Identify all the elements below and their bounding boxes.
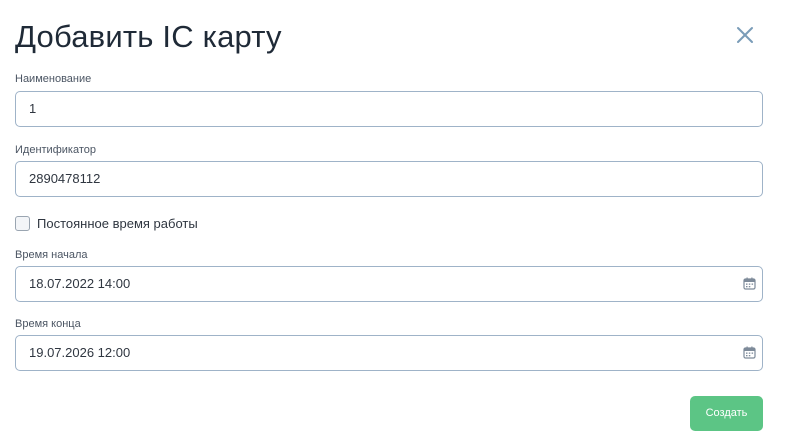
calendar-icon[interactable] (743, 346, 756, 359)
name-input-value: 1 (29, 101, 37, 116)
end-time-value: 19.07.2026 12:00 (29, 345, 131, 360)
close-button[interactable] (734, 24, 756, 46)
permanent-time-checkbox[interactable] (15, 216, 30, 231)
identifier-input-value: 2890478112 (29, 171, 101, 186)
end-time-input[interactable]: 19.07.2026 12:00 (15, 335, 763, 371)
identifier-input[interactable]: 2890478112 (15, 161, 763, 197)
permanent-time-label[interactable]: Постоянное время работы (37, 216, 198, 232)
start-time-value: 18.07.2022 14:00 (29, 276, 131, 291)
close-icon[interactable] (734, 24, 756, 46)
calendar-icon[interactable] (743, 277, 756, 290)
start-time-label: Время начала (15, 249, 88, 261)
identifier-label: Идентификатор (15, 144, 96, 156)
name-input[interactable]: 1 (15, 91, 763, 127)
name-label: Наименование (15, 73, 92, 85)
add-ic-card-dialog: Добавить IC карту Наименование 1 Идентиф… (0, 0, 789, 441)
dialog-title: Добавить IC карту (15, 19, 282, 54)
end-time-label: Время конца (15, 318, 81, 330)
start-time-input[interactable]: 18.07.2022 14:00 (15, 266, 763, 302)
create-button[interactable]: Создать (690, 396, 763, 431)
